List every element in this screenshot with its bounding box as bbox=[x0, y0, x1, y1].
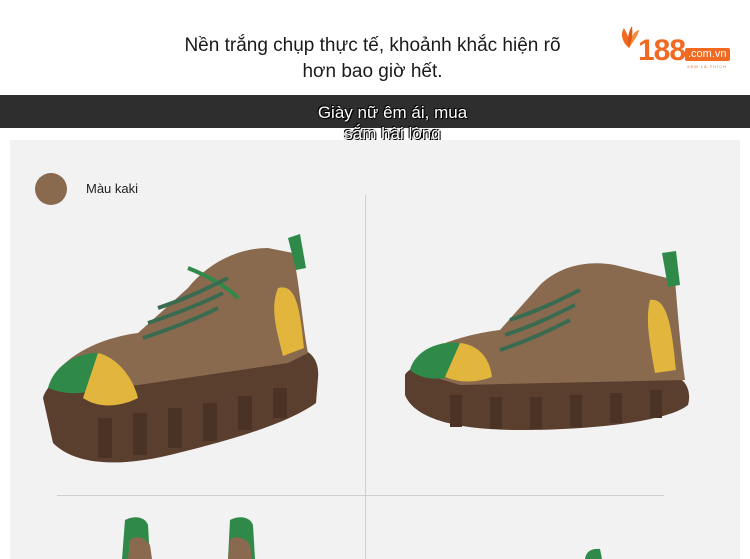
headline-line-1: Nền trắng chụp thực tế, khoảnh khắc hiện… bbox=[184, 35, 561, 56]
logo-tagline: XEM LÀ THÍCH bbox=[687, 64, 727, 69]
shoe-image-bottom-left bbox=[122, 517, 255, 559]
grid-divider-vertical bbox=[365, 195, 366, 559]
banner-title-line-1: Giày nữ êm ái, mua bbox=[317, 103, 468, 122]
logo-number: 188 bbox=[638, 34, 686, 67]
shoe-image-bottom-right bbox=[585, 548, 602, 559]
grid-divider-horizontal bbox=[57, 495, 664, 496]
shoe-image-right bbox=[405, 251, 690, 430]
logo-domain: .com.vn bbox=[685, 48, 730, 61]
header-area: Nền trắng chụp thực tế, khoảnh khắc hiện… bbox=[0, 0, 750, 95]
site-logo[interactable]: 188 .com.vn XEM LÀ THÍCH bbox=[618, 22, 736, 72]
headline: Nền trắng chụp thực tế, khoảnh khắc hiện… bbox=[150, 33, 595, 85]
shoe-image-left bbox=[43, 234, 319, 463]
headline-line-2: hơn bao giờ hết. bbox=[302, 61, 443, 82]
banner-title: Giày nữ êm ái, mua sắm hài lòng bbox=[295, 102, 490, 144]
color-label: Màu kaki bbox=[86, 181, 139, 196]
color-swatch[interactable] bbox=[35, 173, 67, 205]
leaf-icon bbox=[621, 26, 639, 48]
